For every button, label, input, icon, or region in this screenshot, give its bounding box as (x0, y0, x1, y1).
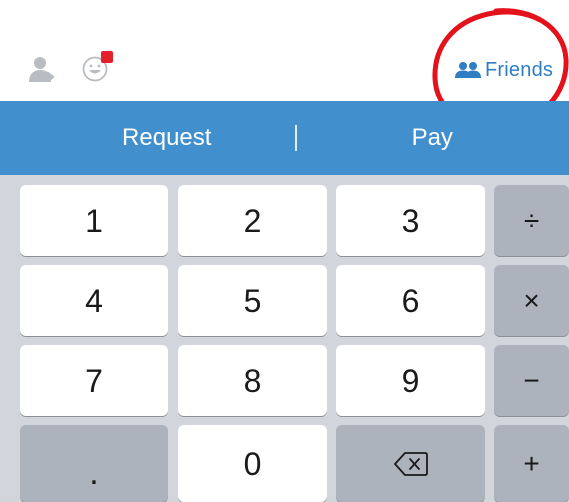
key-multiply[interactable]: × (494, 265, 569, 336)
key-label: 3 (401, 202, 420, 239)
key-decimal[interactable]: . (20, 425, 168, 502)
backspace-button[interactable] (336, 425, 485, 502)
friends-icon (455, 62, 481, 78)
tab-pay[interactable]: Pay (300, 101, 569, 175)
key-label: × (523, 284, 540, 316)
key-9[interactable]: 9 (336, 345, 485, 416)
key-8[interactable]: 8 (178, 345, 327, 416)
key-label: 2 (243, 202, 262, 239)
key-label: 0 (243, 445, 262, 482)
key-divide[interactable]: ÷ (494, 185, 569, 256)
contact-icon[interactable] (28, 55, 56, 83)
tab-divider (295, 125, 297, 151)
notification-badge (101, 51, 113, 63)
key-3[interactable]: 3 (336, 185, 485, 256)
tab-request[interactable]: Request (0, 101, 300, 175)
key-label: + (523, 447, 540, 479)
key-label: 6 (401, 282, 420, 319)
key-label: 1 (85, 202, 103, 239)
key-label: − (523, 364, 540, 396)
key-label: 7 (85, 362, 103, 399)
friends-button[interactable]: Friends (455, 56, 553, 84)
key-6[interactable]: 6 (336, 265, 485, 336)
key-2[interactable]: 2 (178, 185, 327, 256)
key-minus[interactable]: − (494, 345, 569, 416)
top-bar: Friends (0, 0, 569, 129)
key-label: ÷ (523, 204, 540, 236)
key-7[interactable]: 7 (20, 345, 168, 416)
key-4[interactable]: 4 (20, 265, 168, 336)
backspace-icon (393, 451, 428, 476)
key-label: 5 (243, 282, 262, 319)
key-plus[interactable]: + (494, 425, 569, 502)
key-label: 4 (85, 282, 103, 319)
key-0[interactable]: 0 (178, 425, 327, 502)
tab-bar: Request Pay (0, 101, 569, 175)
key-1[interactable]: 1 (20, 185, 168, 256)
key-label: . (89, 453, 99, 492)
key-5[interactable]: 5 (178, 265, 327, 336)
emoji-button[interactable] (82, 51, 118, 85)
keypad: 1 2 3 ÷ 4 5 6 × 7 8 9 − . 0 + (0, 175, 569, 502)
key-label: 8 (243, 362, 262, 399)
key-label: 9 (401, 362, 420, 399)
friends-label: Friends (485, 58, 554, 81)
